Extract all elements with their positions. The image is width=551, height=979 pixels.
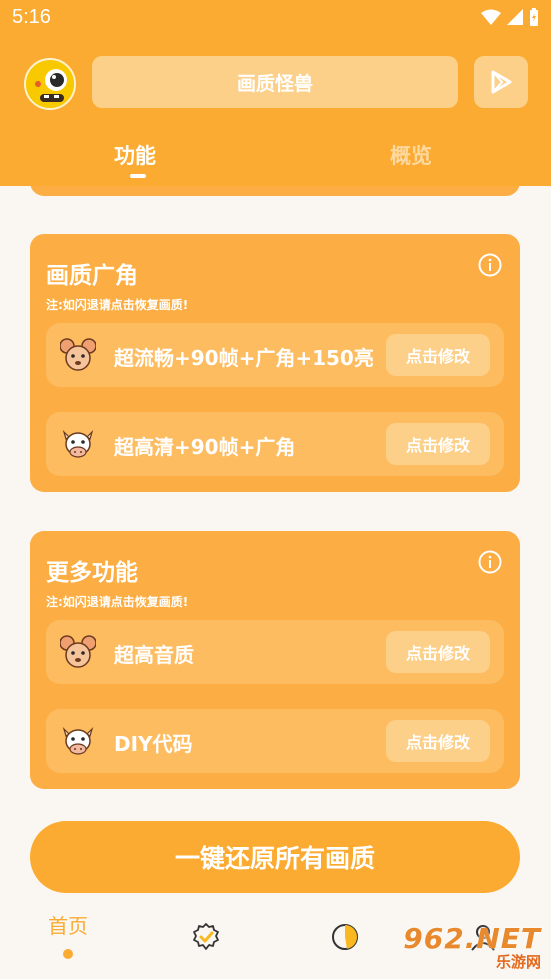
- app-title-bar: 画质怪兽: [92, 56, 458, 108]
- pie-chart-icon[interactable]: [330, 922, 360, 952]
- status-time: 5:16: [12, 6, 51, 28]
- cow-icon: [62, 726, 94, 755]
- mouse-icon: [60, 635, 96, 668]
- app-title: 画质怪兽: [236, 72, 313, 95]
- site-watermark: 962.NET 乐游网: [403, 922, 541, 972]
- badge-check-icon[interactable]: [191, 922, 221, 952]
- info-icon[interactable]: [478, 253, 502, 277]
- modify-button[interactable]: 点击修改: [386, 334, 490, 376]
- status-bar: 5:16: [0, 0, 551, 36]
- bottom-nav: 首页 962.NET 乐游网: [0, 896, 551, 979]
- play-button[interactable]: [474, 56, 528, 108]
- app-logo-avatar[interactable]: [24, 58, 76, 110]
- card-note: 注:如闪退请点击恢复画质!: [46, 298, 189, 312]
- card-title: 画质广角: [46, 263, 138, 289]
- tab-functions[interactable]: 功能: [114, 140, 156, 170]
- main-content[interactable]: 画质广角 注:如闪退请点击恢复画质! 超流畅+90帧+广角+150亮 点击修改: [0, 186, 551, 896]
- cow-icon: [62, 429, 94, 458]
- nav-home[interactable]: 首页: [48, 910, 88, 939]
- mouse-icon: [60, 338, 96, 371]
- tab-overview[interactable]: 概览: [390, 140, 432, 170]
- battery-icon: [530, 8, 538, 26]
- signal-icon: [507, 9, 523, 25]
- modify-button[interactable]: 点击修改: [386, 720, 490, 762]
- list-item: 超高音质 点击修改: [46, 620, 504, 684]
- status-icons: [481, 8, 539, 26]
- modify-button[interactable]: 点击修改: [386, 423, 490, 465]
- list-item: 超流畅+90帧+广角+150亮 点击修改: [46, 323, 504, 387]
- tab-active-indicator: [130, 174, 146, 178]
- info-icon[interactable]: [478, 550, 502, 574]
- card-graphics-wide-angle: 画质广角 注:如闪退请点击恢复画质! 超流畅+90帧+广角+150亮 点击修改: [30, 234, 520, 492]
- watermark-sub: 乐游网: [495, 953, 541, 971]
- list-item: DIY代码 点击修改: [46, 709, 504, 773]
- modify-button[interactable]: 点击修改: [386, 631, 490, 673]
- wifi-icon: [481, 9, 501, 25]
- card-more-features: 更多功能 注:如闪退请点击恢复画质! 超高音质 点击修改 DIY代码 点击修改: [30, 531, 520, 789]
- card-title: 更多功能: [46, 560, 138, 586]
- partial-card-above: [30, 186, 520, 196]
- restore-all-button[interactable]: 一键还原所有画质: [30, 821, 520, 893]
- play-icon: [491, 70, 512, 94]
- row-label: DIY代码: [114, 732, 193, 756]
- row-label: 超高清+90帧+广角: [114, 435, 296, 459]
- row-label: 超流畅+90帧+广角+150亮: [114, 346, 374, 370]
- card-note: 注:如闪退请点击恢复画质!: [46, 595, 189, 609]
- app-header: 5:16 画质怪兽 功能 概览: [0, 0, 551, 186]
- nav-active-dot: [63, 949, 73, 959]
- row-label: 超高音质: [114, 643, 194, 667]
- list-item: 超高清+90帧+广角 点击修改: [46, 412, 504, 476]
